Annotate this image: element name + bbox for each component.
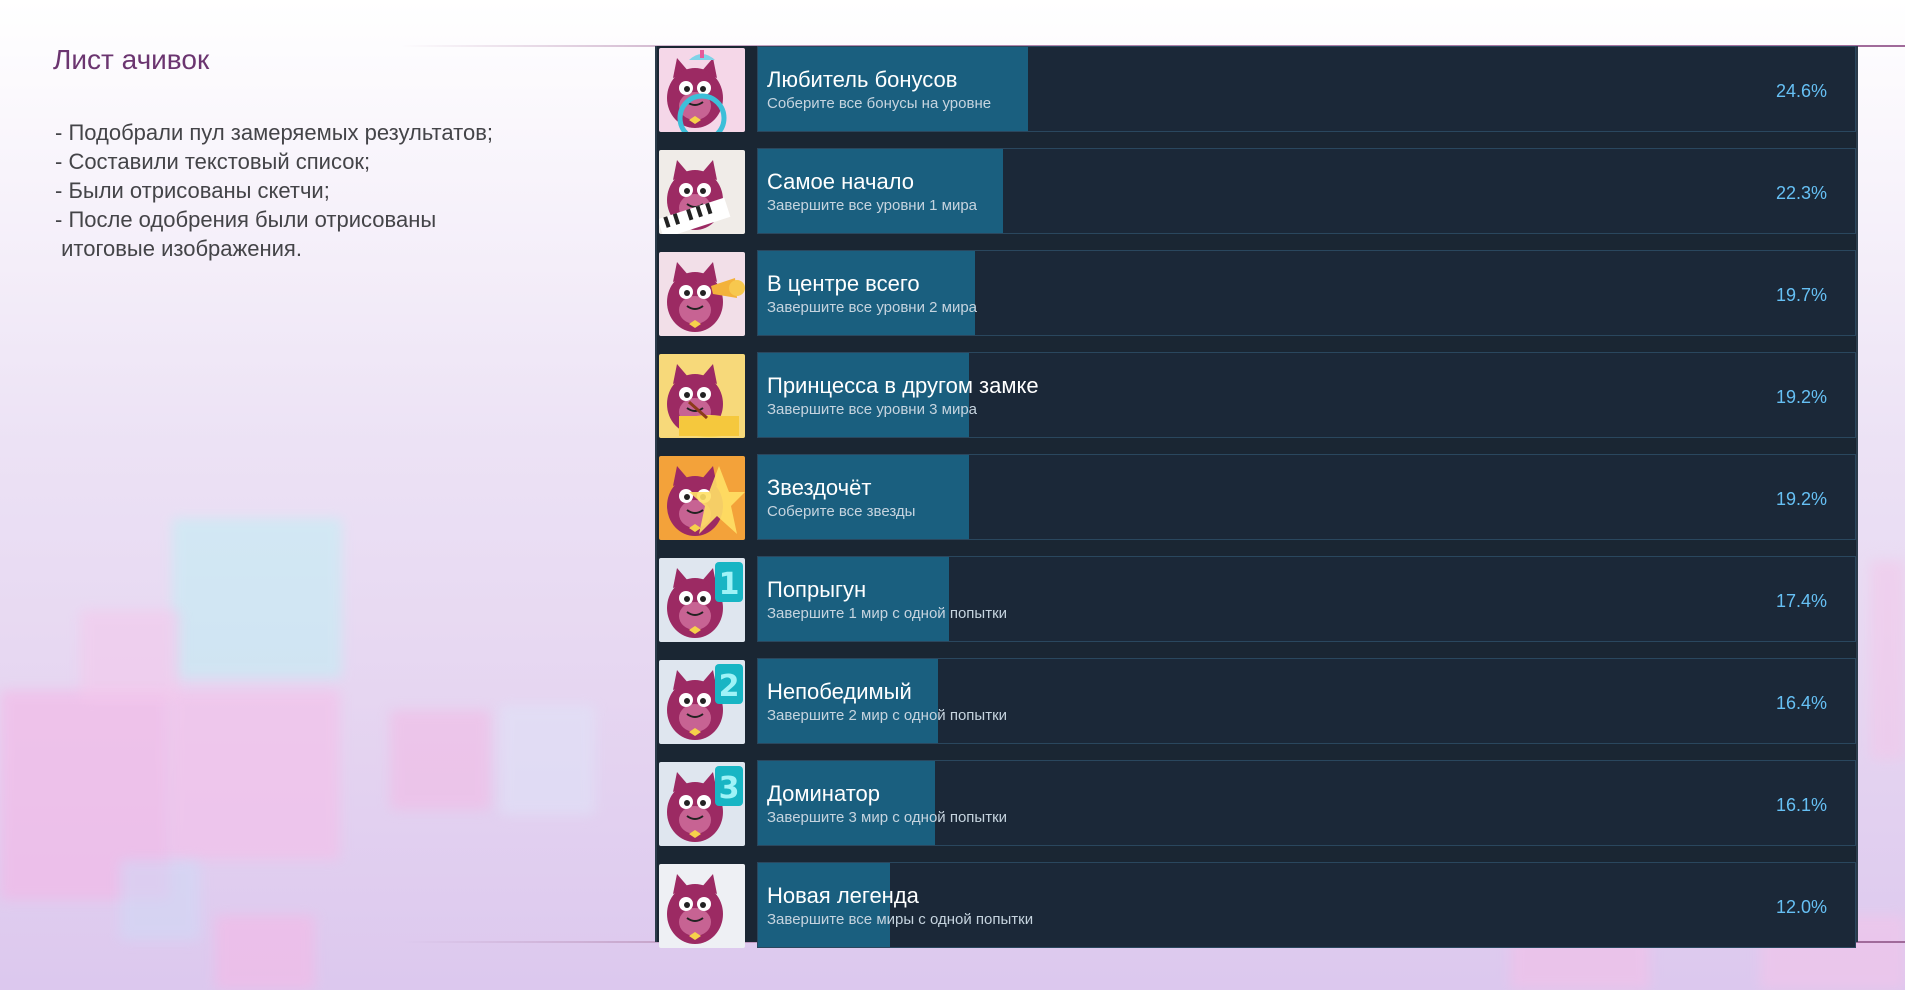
cat-with-drum-icon — [659, 354, 745, 438]
background-tile — [390, 710, 490, 810]
background-tile — [120, 860, 200, 940]
svg-text:1: 1 — [719, 567, 740, 602]
achievement-name: Попрыгун — [767, 577, 867, 602]
achievement-name: Новая легенда — [767, 883, 919, 908]
cat-with-propeller-cap-icon — [659, 48, 745, 132]
achievement-name: Звездочёт — [767, 475, 872, 500]
achievement-name: Непобедимый — [767, 679, 912, 704]
achievement-progress-bar: Доминатор Завершите 3 мир с одной попытки… — [757, 760, 1856, 846]
achievement-row[interactable]: В центре всего Завершите все уровни 2 мир… — [657, 250, 1858, 352]
cat-world-2-icon: 2 — [659, 660, 745, 744]
achievement-row[interactable]: 1 Попрыгун Завершите 1 мир с одной попытки… — [657, 556, 1858, 658]
note-item: - Были отрисованы скетчи; — [55, 178, 330, 203]
achievement-row[interactable]: Звездочёт Соберите все звезды 19.2% — [657, 454, 1858, 556]
achievement-name: В центре всего — [767, 271, 920, 296]
achievement-name: Любитель бонусов — [767, 67, 958, 92]
achievement-row[interactable]: Принцесса в другом замке Завершите все ур… — [657, 352, 1858, 454]
background-tile — [1870, 560, 1905, 760]
achievement-description: Завершите все уровни 3 мира — [767, 401, 978, 418]
achievement-row[interactable]: 3 Доминатор Завершите 3 мир с одной попытк… — [657, 760, 1858, 862]
achievement-progress-bar: Звездочёт Соберите все звезды 19.2% — [757, 454, 1856, 540]
achievement-progress-bar: Новая легенда Завершите все миры с одной … — [757, 862, 1856, 948]
svg-text:3: 3 — [719, 771, 740, 806]
background-tile — [215, 915, 315, 990]
achievement-percent: 19.2% — [1775, 387, 1827, 407]
svg-text:2: 2 — [719, 669, 740, 704]
cat-with-trumpet-icon — [659, 252, 745, 336]
achievement-row[interactable]: Новая легенда Завершите все миры с одной … — [657, 862, 1858, 964]
achievement-description: Завершите все уровни 2 мира — [767, 299, 978, 316]
achievement-progress-bar: Принцесса в другом замке Завершите все ур… — [757, 352, 1856, 438]
achievement-description: Завершите все миры с одной попытки — [767, 911, 1034, 928]
background-tile — [172, 518, 342, 678]
background-tile — [170, 690, 340, 860]
achievement-percent: 16.1% — [1775, 795, 1827, 815]
background-tile — [80, 610, 180, 700]
achievement-percent: 24.6% — [1775, 81, 1827, 101]
achievement-description: Соберите все звезды — [767, 503, 916, 520]
note-item: - Составили текстовый список; — [55, 149, 371, 174]
achievement-name: Принцесса в другом замке — [767, 373, 1039, 398]
note-item: итоговые изображения. — [55, 236, 302, 261]
cat-world-3-icon: 3 — [659, 762, 745, 846]
achievement-percent: 22.3% — [1775, 183, 1827, 203]
achievement-description: Соберите все бонусы на уровне — [767, 95, 992, 112]
surprised-cat-icon — [659, 864, 745, 948]
achievement-row[interactable]: 2 Непобедимый Завершите 2 мир с одной попы… — [657, 658, 1858, 760]
achievement-description: Завершите 3 мир с одной попытки — [767, 809, 1008, 826]
achievement-row[interactable]: Самое начало Завершите все уровни 1 мира 2… — [657, 148, 1858, 250]
achievement-description: Завершите все уровни 1 мира — [767, 197, 978, 214]
achievement-progress-bar: Непобедимый Завершите 2 мир с одной попыт… — [757, 658, 1856, 744]
achievement-percent: 12.0% — [1775, 897, 1827, 917]
achievement-row[interactable]: Любитель бонусов Соберите все бонусы на у… — [657, 46, 1858, 148]
achievement-description: Завершите 1 мир с одной попытки — [767, 605, 1008, 622]
achievement-percent: 17.4% — [1775, 591, 1827, 611]
achievement-progress-bar: Самое начало Завершите все уровни 1 мира 2… — [757, 148, 1856, 234]
achievement-percent: 16.4% — [1775, 693, 1827, 713]
note-item: - После одобрения были отрисованы — [55, 207, 437, 232]
achievement-percent: 19.2% — [1775, 489, 1827, 509]
note-item: - Подобрали пул замеряемых результатов; — [55, 120, 494, 145]
achievement-name: Доминатор — [767, 781, 880, 806]
background-tile — [500, 705, 595, 815]
achievements-list: Любитель бонусов Соберите все бонусы на у… — [655, 46, 1858, 948]
notes-list: - Подобрали пул замеряемых результатов; … — [55, 118, 655, 263]
page-title: Лист ачивок — [53, 44, 210, 75]
achievement-progress-bar: Попрыгун Завершите 1 мир с одной попытки 1… — [757, 556, 1856, 642]
cat-with-star-icon — [659, 456, 745, 540]
achievement-description: Завершите 2 мир с одной попытки — [767, 707, 1008, 724]
achievement-percent: 19.7% — [1775, 285, 1827, 305]
achievement-progress-bar: Любитель бонусов Соберите все бонусы на у… — [757, 46, 1856, 132]
achievement-name: Самое начало — [767, 169, 914, 194]
achievement-progress-bar: В центре всего Завершите все уровни 2 мир… — [757, 250, 1856, 336]
cat-world-1-icon: 1 — [659, 558, 745, 642]
cat-with-piano-icon — [659, 150, 745, 234]
